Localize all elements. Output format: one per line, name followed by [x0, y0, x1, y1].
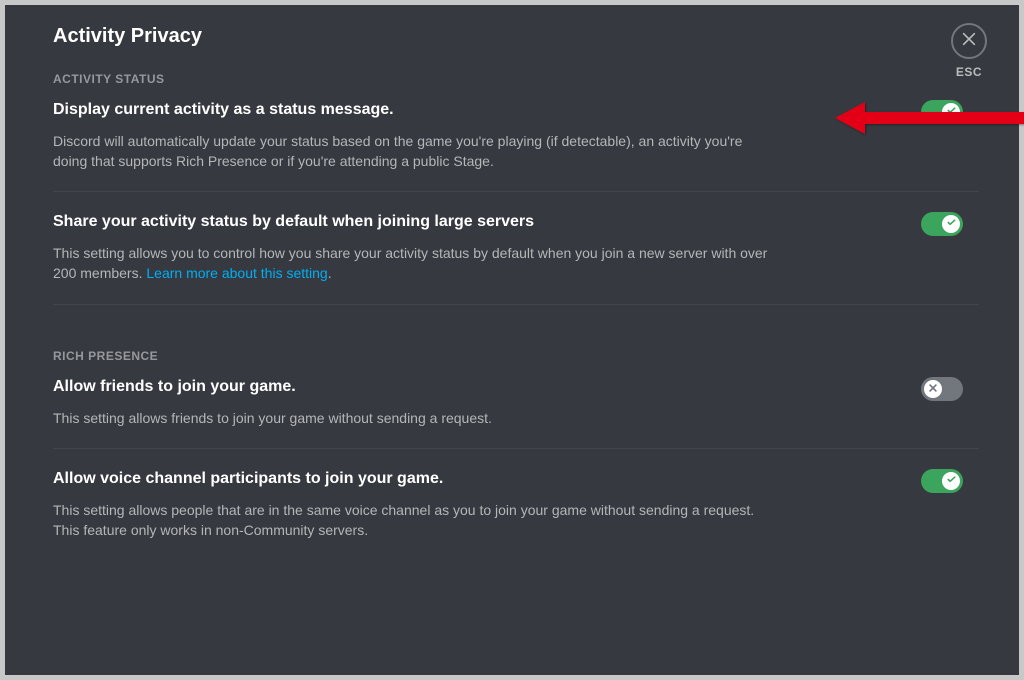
setting-share-activity-large-servers: Share your activity status by default wh…: [53, 212, 979, 304]
close-group: ESC: [951, 23, 987, 79]
setting-desc-text: .: [328, 265, 332, 281]
setting-allow-voice-join: Allow voice channel participants to join…: [53, 469, 979, 560]
settings-panel: Activity Privacy ESC ACTIVITY STATUS Dis…: [5, 5, 1019, 675]
learn-more-link[interactable]: Learn more about this setting: [146, 265, 327, 281]
setting-display-activity: Display current activity as a status mes…: [53, 100, 979, 192]
setting-desc: This setting allows you to control how y…: [53, 243, 773, 284]
section-header-rich-presence: RICH PRESENCE: [53, 349, 979, 363]
setting-desc: This setting allows people that are in t…: [53, 500, 773, 541]
toggle-knob: [942, 215, 960, 233]
setting-desc: Discord will automatically update your s…: [53, 131, 773, 172]
toggle-allow-voice-join[interactable]: [921, 469, 963, 493]
setting-title: Display current activity as a status mes…: [53, 100, 899, 121]
toggle-allow-friends-join[interactable]: [921, 377, 963, 401]
setting-title: Share your activity status by default wh…: [53, 212, 899, 233]
close-button[interactable]: [951, 23, 987, 59]
setting-desc: This setting allows friends to join your…: [53, 408, 773, 428]
check-icon: [946, 103, 957, 121]
check-icon: [946, 215, 957, 233]
setting-allow-friends-join: Allow friends to join your game. This se…: [53, 377, 979, 449]
toggle-share-activity-large[interactable]: [921, 212, 963, 236]
toggle-knob: [924, 380, 942, 398]
close-icon: [961, 31, 977, 52]
setting-title: Allow friends to join your game.: [53, 377, 899, 398]
toggle-knob: [942, 472, 960, 490]
x-icon: [928, 380, 938, 398]
toggle-knob: [942, 103, 960, 121]
section-header-activity-status: ACTIVITY STATUS: [53, 72, 979, 86]
page-title: Activity Privacy: [53, 25, 979, 48]
setting-title: Allow voice channel participants to join…: [53, 469, 899, 490]
check-icon: [946, 472, 957, 490]
toggle-display-activity[interactable]: [921, 100, 963, 124]
esc-label: ESC: [956, 65, 982, 79]
